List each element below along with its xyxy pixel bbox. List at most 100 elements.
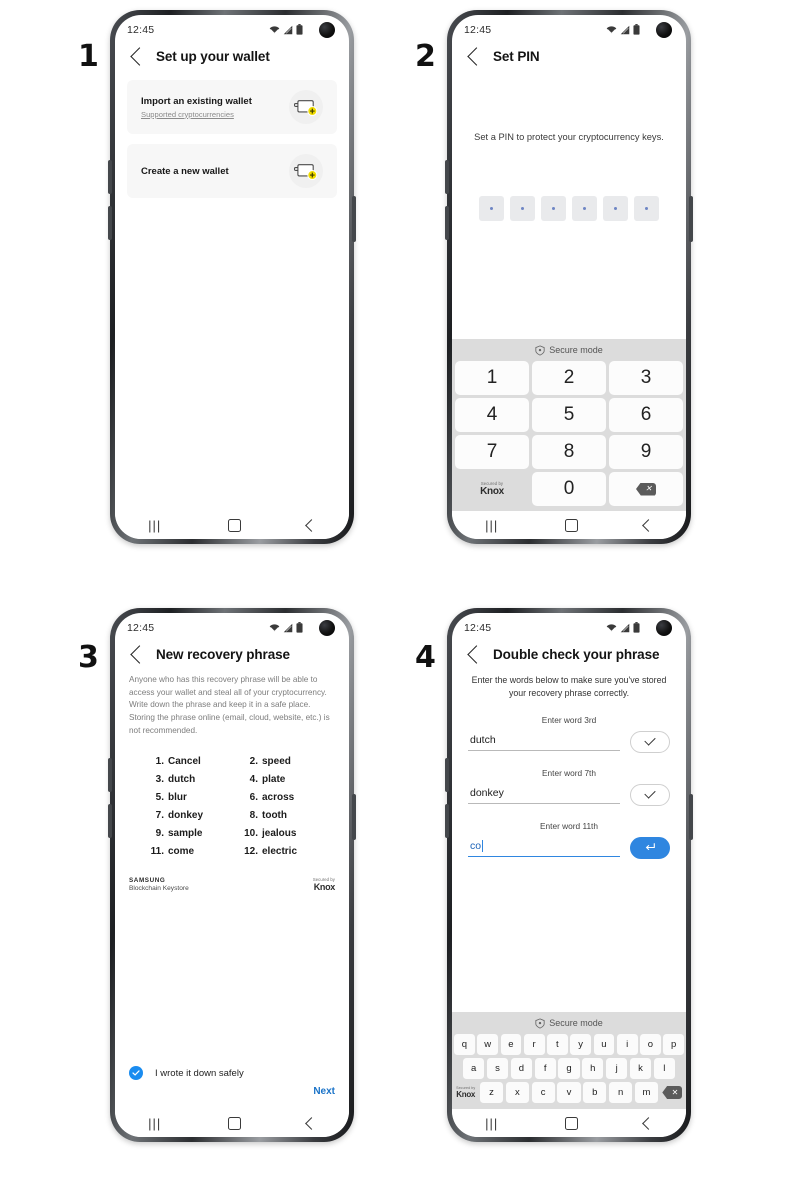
bixby-button[interactable] (108, 804, 112, 838)
key-l[interactable]: l (653, 1058, 675, 1079)
key-k[interactable]: k (629, 1058, 652, 1079)
recovery-word: 8. tooth (249, 809, 287, 821)
key-y[interactable]: y (570, 1034, 591, 1055)
key-6[interactable]: 6 (609, 398, 683, 432)
word-input-11th[interactable]: co (468, 838, 620, 857)
recovery-word: 9. sample (155, 827, 203, 839)
key-v[interactable]: v (557, 1082, 581, 1103)
key-9[interactable]: 9 (609, 435, 683, 469)
secure-keyboard: Secure mode q w e r t y u i o p a s d f … (452, 1012, 686, 1109)
key-w[interactable]: w (477, 1034, 498, 1055)
key-j[interactable]: j (605, 1058, 628, 1079)
back-arrow-icon[interactable] (130, 645, 149, 664)
recents-button[interactable]: ||| (148, 1116, 161, 1131)
key-t[interactable]: t (547, 1034, 568, 1055)
key-u[interactable]: u (593, 1034, 615, 1055)
key-p[interactable]: p (663, 1034, 684, 1055)
key-a[interactable]: a (463, 1058, 485, 1079)
back-arrow-icon[interactable] (130, 47, 149, 66)
key-m[interactable]: m (634, 1082, 659, 1103)
word-input-3rd[interactable]: dutch (468, 732, 620, 751)
key-z[interactable]: z (479, 1082, 504, 1103)
power-button[interactable] (689, 196, 693, 242)
backspace-key[interactable]: ✕ (661, 1082, 684, 1103)
back-button[interactable] (641, 1116, 655, 1130)
power-button[interactable] (352, 794, 356, 840)
knox-secured-by: Secured by (312, 876, 335, 882)
volume-button[interactable] (445, 758, 449, 792)
recovery-word: 10. jealous (244, 827, 297, 839)
back-arrow-icon[interactable] (467, 47, 486, 66)
keystore-name: Blockchain Keystore (129, 884, 189, 892)
key-8[interactable]: 8 (532, 435, 606, 469)
confirm-checkbox-row[interactable]: I wrote it down safely (129, 1066, 335, 1086)
phone-frame: 12:45 New recovery phrase Anyone who has… (108, 608, 356, 1142)
key-o[interactable]: o (640, 1034, 661, 1055)
word-field-label: Enter word 7th (542, 767, 596, 778)
power-button[interactable] (689, 794, 693, 840)
key-3[interactable]: 3 (609, 361, 683, 395)
app-bar: Double check your phrase (452, 643, 686, 674)
word-input-7th[interactable]: donkey (468, 785, 620, 804)
volume-button[interactable] (108, 160, 112, 194)
key-e[interactable]: e (500, 1034, 522, 1055)
home-button[interactable] (564, 1116, 578, 1130)
knox-badge: Secured by Knox (313, 877, 335, 892)
import-wallet-card[interactable]: Import an existing wallet Supported cryp… (127, 80, 337, 134)
back-arrow-icon[interactable] (467, 645, 486, 664)
pin-entry-area: Set a PIN to protect your cryptocurrency… (452, 76, 686, 339)
submit-word-button-11th[interactable] (630, 836, 670, 859)
confirm-word-button-3rd[interactable] (630, 730, 670, 753)
key-b[interactable]: b (583, 1082, 607, 1103)
key-7[interactable]: 7 (455, 435, 529, 469)
checkbox-checked-icon[interactable] (129, 1066, 143, 1080)
key-q[interactable]: q (454, 1034, 475, 1055)
key-n[interactable]: n (608, 1082, 633, 1103)
key-2[interactable]: 2 (532, 361, 606, 395)
key-r[interactable]: r (523, 1034, 545, 1055)
status-bar: 12:45 (115, 613, 349, 643)
key-5[interactable]: 5 (532, 398, 606, 432)
samsung-logo: SAMSUNG (129, 876, 166, 884)
key-h[interactable]: h (582, 1058, 604, 1079)
key-0[interactable]: 0 (532, 472, 606, 506)
volume-button[interactable] (445, 160, 449, 194)
power-button[interactable] (352, 196, 356, 242)
create-wallet-card[interactable]: Create a new wallet (127, 144, 337, 198)
keypad-grid: 1 2 3 4 5 6 7 8 9 Secured by Knox 0 ✕ (452, 361, 686, 509)
home-button[interactable] (227, 518, 241, 532)
brand-row: SAMSUNG Blockchain Keystore Secured by K… (129, 877, 335, 892)
key-i[interactable]: i (616, 1034, 638, 1055)
supported-cryptocurrencies-link[interactable]: Supported cryptocurrencies (141, 110, 252, 119)
camera-punch-hole (319, 620, 335, 636)
bixby-button[interactable] (445, 206, 449, 240)
key-4[interactable]: 4 (455, 398, 529, 432)
samsung-brand: SAMSUNG Blockchain Keystore (129, 877, 189, 892)
back-button[interactable] (304, 518, 318, 532)
key-f[interactable]: f (534, 1058, 556, 1079)
recents-button[interactable]: ||| (485, 518, 498, 533)
recovery-word: 6. across (249, 791, 295, 803)
home-button[interactable] (227, 1116, 241, 1130)
recents-button[interactable]: ||| (485, 1116, 498, 1131)
back-button[interactable] (304, 1116, 318, 1130)
backspace-key[interactable]: ✕ (609, 472, 683, 506)
next-button[interactable]: Next (313, 1086, 335, 1097)
key-1[interactable]: 1 (455, 361, 529, 395)
keyboard-row-2: a s d f g h j k l (452, 1058, 686, 1082)
bixby-button[interactable] (445, 804, 449, 838)
key-g[interactable]: g (558, 1058, 580, 1079)
key-d[interactable]: d (510, 1058, 532, 1079)
confirm-word-button-7th[interactable] (630, 783, 670, 806)
volume-button[interactable] (108, 758, 112, 792)
word-field-group: Enter word 3rd dutch (468, 715, 670, 753)
backspace-icon: ✕ (636, 482, 656, 496)
key-s[interactable]: s (486, 1058, 509, 1079)
key-x[interactable]: x (505, 1082, 529, 1103)
recents-button[interactable]: ||| (148, 518, 161, 533)
home-button[interactable] (564, 518, 578, 532)
key-c[interactable]: c (531, 1082, 555, 1103)
back-button[interactable] (641, 518, 655, 532)
page-title: Double check your phrase (493, 647, 660, 662)
bixby-button[interactable] (108, 206, 112, 240)
